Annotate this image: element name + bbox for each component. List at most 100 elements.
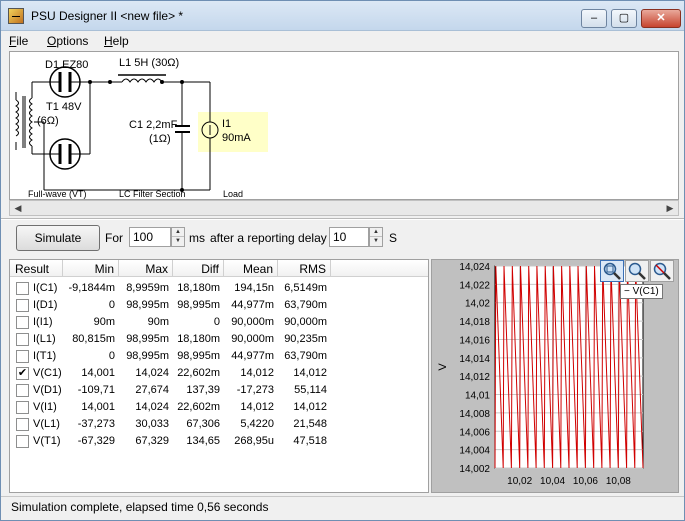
for-label: For <box>105 231 123 245</box>
y-tick-label: 14,006 <box>459 427 490 438</box>
cell-mean: 194,15n <box>234 282 274 294</box>
schematic-canvas[interactable]: D1 EZ80 T1 48V (6Ω) L1 5H (30Ω) C1 2,2mF… <box>9 51 679 200</box>
schematic-hscrollbar[interactable]: ◀ ▶ <box>9 200 679 216</box>
cell-rms: 47,518 <box>293 435 327 447</box>
cell-max: 30,033 <box>135 418 169 430</box>
cell-min: 0 <box>108 350 115 362</box>
y-tick-label: 14,022 <box>459 280 490 291</box>
column-header-rms[interactable]: RMS <box>278 260 331 277</box>
x-tick-label: 10,02 <box>507 476 532 487</box>
divider <box>1 218 684 220</box>
table-row[interactable]: ✔ V(C1) 14,001 14,024 22,602m 14,012 14,… <box>10 365 428 382</box>
cell-max: 14,024 <box>135 367 169 379</box>
table-row[interactable]: I(C1) -9,1844m 8,9959m 18,180m 194,15n 6… <box>10 280 428 297</box>
cell-diff: 22,602m <box>177 367 220 379</box>
spin-up-icon[interactable]: ▲ <box>172 228 184 237</box>
column-header-max[interactable]: Max <box>119 260 173 277</box>
y-tick-label: 14,018 <box>459 317 490 328</box>
transformer-icon <box>15 81 50 190</box>
duration-unit-label: ms <box>189 231 205 245</box>
cell-min: -67,329 <box>77 435 115 447</box>
spin-down-icon[interactable]: ▼ <box>172 237 184 246</box>
cell-rms: 63,790m <box>284 299 327 311</box>
cell-min: -109,71 <box>77 384 115 396</box>
y-tick-label: 14,024 <box>459 262 490 273</box>
cell-mean: 44,977m <box>231 299 274 311</box>
column-header-min[interactable]: Min <box>63 260 119 277</box>
cell-rms: 63,790m <box>284 350 327 362</box>
menu-options[interactable]: Options <box>47 34 88 48</box>
duration-spinner[interactable]: ▲ ▼ <box>171 227 185 247</box>
capacitor-esr-label: (1Ω) <box>149 133 171 145</box>
scroll-left-icon[interactable]: ◀ <box>11 202 25 214</box>
row-checkbox[interactable] <box>16 350 29 363</box>
cell-max: 67,329 <box>135 435 169 447</box>
spin-down-icon[interactable]: ▼ <box>370 237 382 246</box>
close-button[interactable]: ✕ <box>641 9 681 28</box>
cell-mean: 44,977m <box>231 350 274 362</box>
row-name: I(T1) <box>33 350 57 362</box>
cell-min: 14,001 <box>81 401 115 413</box>
column-header-filler <box>331 260 428 277</box>
row-name: V(L1) <box>33 418 60 430</box>
row-name: I(I1) <box>33 316 53 328</box>
section-fullwave-label: Full-wave (VT) <box>28 189 87 199</box>
rectifier-label: D1 EZ80 <box>45 59 89 71</box>
table-row[interactable]: V(D1) -109,71 27,674 137,39 -17,273 55,1… <box>10 382 428 399</box>
menu-options-accel: O <box>47 34 57 48</box>
column-header-diff[interactable]: Diff <box>173 260 224 277</box>
cell-max: 98,995m <box>126 350 169 362</box>
cell-mean: -17,273 <box>236 384 274 396</box>
row-checkbox[interactable] <box>16 299 29 312</box>
zoom-out-button[interactable] <box>650 260 674 282</box>
menu-help-label: elp <box>112 34 129 48</box>
delay-spinner[interactable]: ▲ ▼ <box>369 227 383 247</box>
row-checkbox[interactable] <box>16 418 29 431</box>
row-checkbox[interactable] <box>16 316 29 329</box>
zoom-in-button[interactable] <box>625 260 649 282</box>
cell-min: 90m <box>93 316 115 328</box>
row-checkbox[interactable] <box>16 401 29 414</box>
table-row[interactable]: I(D1) 0 98,995m 98,995m 44,977m 63,790m <box>10 297 428 314</box>
duration-input[interactable]: 100 <box>129 227 171 247</box>
row-checkbox[interactable] <box>16 384 29 397</box>
table-row[interactable]: I(L1) 80,815m 98,995m 18,180m 90,000m 90… <box>10 331 428 348</box>
y-tick-label: 14,016 <box>459 335 490 346</box>
table-row[interactable]: V(I1) 14,001 14,024 22,602m 14,012 14,01… <box>10 399 428 416</box>
x-tick-label: 10,06 <box>573 476 598 487</box>
column-header-mean[interactable]: Mean <box>224 260 278 277</box>
cell-diff: 98,995m <box>177 350 220 362</box>
schematic-drawing <box>15 66 268 192</box>
simulate-button[interactable]: Simulate <box>16 225 100 251</box>
zoom-fit-button[interactable] <box>600 260 624 282</box>
scroll-right-icon[interactable]: ▶ <box>663 202 677 214</box>
minimize-button[interactable]: – <box>581 9 607 28</box>
column-header-result[interactable]: Result <box>10 260 63 277</box>
row-name: I(D1) <box>33 299 58 311</box>
row-name: V(D1) <box>33 384 62 396</box>
cell-mean: 90,000m <box>231 333 274 345</box>
row-checkbox[interactable] <box>16 435 29 448</box>
table-row[interactable]: V(L1) -37,273 30,033 67,306 5,4220 21,54… <box>10 416 428 433</box>
row-checkbox[interactable] <box>16 333 29 346</box>
row-checkbox[interactable] <box>16 282 29 295</box>
cell-mean: 90,000m <box>231 316 274 328</box>
delay-input[interactable]: 10 <box>329 227 369 247</box>
menu-help[interactable]: Help <box>104 34 129 48</box>
cell-diff: 0 <box>213 316 220 328</box>
window-title: PSU Designer II <new file> * <box>31 9 184 23</box>
y-tick-label: 14,002 <box>459 464 490 475</box>
menu-bar: File Options Help <box>1 32 684 51</box>
title-bar[interactable]: PSU Designer II <new file> * – ▢ ✕ <box>1 1 684 31</box>
spin-up-icon[interactable]: ▲ <box>370 228 382 237</box>
inductor-label: L1 5H (30Ω) <box>119 57 180 69</box>
zoom-fit-icon <box>603 262 621 280</box>
row-name: V(C1) <box>33 367 62 379</box>
row-checkbox[interactable]: ✔ <box>16 367 29 380</box>
table-row[interactable]: I(I1) 90m 90m 0 90,000m 90,000m <box>10 314 428 331</box>
menu-file[interactable]: File <box>9 34 28 48</box>
maximize-button[interactable]: ▢ <box>611 9 637 28</box>
table-row[interactable]: I(T1) 0 98,995m 98,995m 44,977m 63,790m <box>10 348 428 365</box>
table-row[interactable]: V(T1) -67,329 67,329 134,65 268,95u 47,5… <box>10 433 428 450</box>
app-icon <box>8 8 24 24</box>
